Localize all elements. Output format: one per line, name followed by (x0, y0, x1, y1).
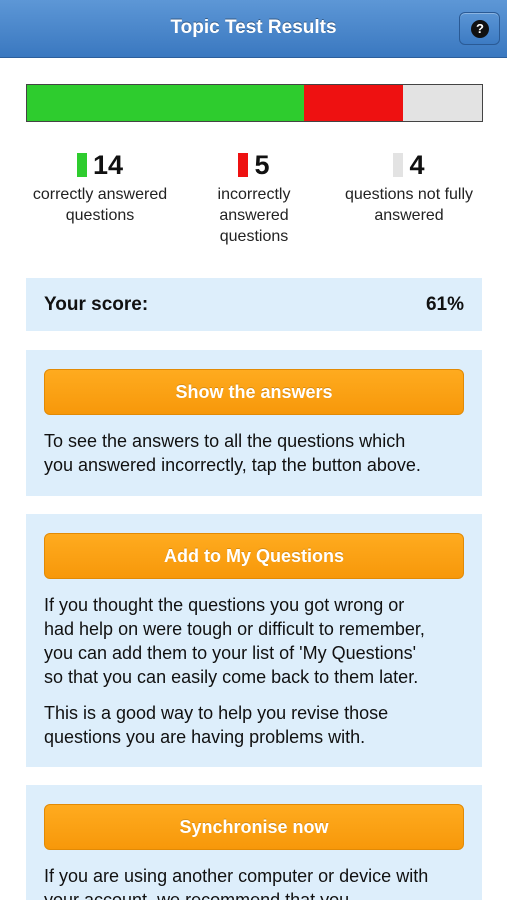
show-answers-text: To see the answers to all the questions … (44, 431, 421, 475)
stat-incorrect-label: incorrectly answered questions (217, 186, 291, 245)
show-answers-panel: Show the answers To see the answers to a… (26, 350, 482, 496)
not-fully-answered-swatch-icon (393, 153, 404, 177)
stat-incorrect-number: 5 (254, 150, 270, 180)
stat-correct-label: correctly answered questions (32, 186, 168, 224)
my-questions-panel: Add to My Questions If you thought the q… (26, 514, 482, 767)
add-to-my-questions-button[interactable]: Add to My Questions (44, 533, 464, 579)
synchronise-text: If you are using another computer or dev… (44, 866, 429, 900)
help-button[interactable]: ? (459, 12, 500, 45)
progress-segment-not-fully-answered (402, 85, 482, 121)
stat-correct-number: 14 (92, 150, 124, 180)
synchronise-panel: Synchronise now If you are using another… (26, 785, 482, 900)
synchronise-now-button[interactable]: Synchronise now (44, 804, 464, 850)
help-icon: ? (471, 20, 489, 38)
page-title: Topic Test Results (170, 17, 337, 38)
correct-swatch-icon (76, 153, 87, 177)
stat-correct: 14 correctly answered questions (22, 150, 178, 226)
results-progress-bar (26, 84, 483, 122)
incorrect-swatch-icon (238, 153, 249, 177)
progress-segment-correct (27, 85, 304, 121)
header-bar: Topic Test Results ? (0, 0, 507, 58)
stat-not-fully-answered-label: questions not fully answered (344, 186, 474, 224)
score-box: Your score: 61% (26, 278, 482, 331)
score-value: 61% (425, 293, 464, 315)
stat-incorrect: 5 incorrectly answered questions (190, 150, 318, 247)
stat-not-fully-answered-number: 4 (409, 150, 425, 180)
score-label: Your score: (44, 293, 149, 315)
show-answers-button[interactable]: Show the answers (44, 369, 464, 415)
my-questions-text-1: If you thought the questions you got wro… (44, 595, 425, 687)
my-questions-text-2: This is a good way to help you revise th… (44, 703, 389, 747)
progress-segment-incorrect (303, 85, 403, 121)
stat-not-fully-answered: 4 questions not fully answered (334, 150, 484, 226)
